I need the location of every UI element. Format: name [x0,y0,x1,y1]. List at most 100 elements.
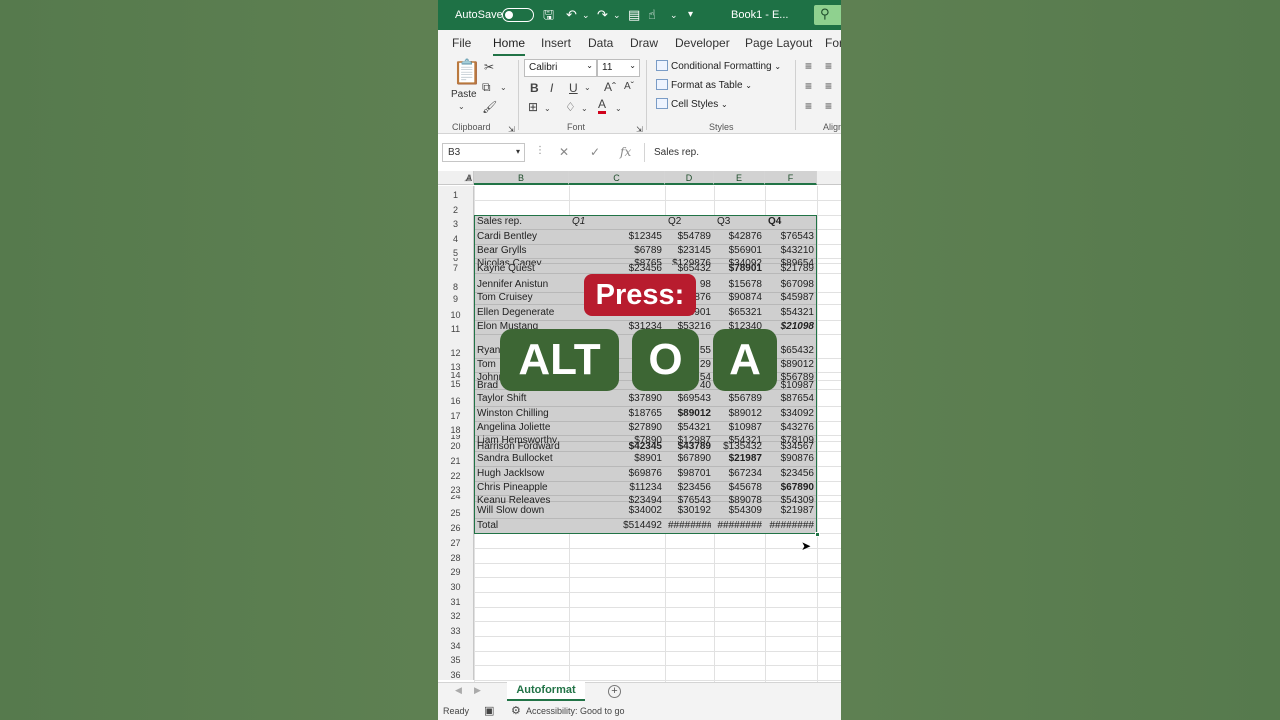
tab-formulas[interactable]: For [825,36,841,50]
tab-insert[interactable]: Insert [541,36,571,50]
column-header-c[interactable]: C [569,171,665,185]
clipboard-launcher-icon[interactable]: ⇲ [508,123,515,137]
row-header[interactable]: 11 [438,320,474,334]
row-header[interactable]: 22 [438,466,474,481]
align-top-icon[interactable]: ≡ [805,59,812,73]
formula-input[interactable]: Sales rep. [644,143,841,162]
borders-dropdown-icon[interactable]: ⌄ [544,102,551,116]
row-header[interactable]: 27 [438,533,474,548]
align-left-icon[interactable]: ≡ [805,79,812,93]
font-name-select[interactable]: Calibri ⌄ [524,59,597,77]
row-header[interactable]: 10 [438,304,474,320]
accessibility-icon[interactable]: ⚙ [511,704,521,717]
row-header[interactable]: 14 [438,372,474,380]
scroll-left-icon[interactable]: ◀ [455,685,462,696]
redo-icon[interactable]: ↷ [597,7,608,23]
row-header[interactable]: 4 [438,229,474,244]
tab-data[interactable]: Data [588,36,613,50]
save-icon[interactable]: 🖫 [543,7,554,23]
cut-icon[interactable]: ✂ [484,60,494,74]
paste-label[interactable]: Paste [451,89,477,100]
macro-record-icon[interactable]: ▣ [484,704,494,717]
decrease-indent-icon[interactable]: ≡ [805,99,812,113]
fill-dropdown-icon[interactable]: ⌄ [581,102,588,116]
tab-page-layout[interactable]: Page Layout [745,36,812,50]
row-header[interactable]: 18 [438,421,474,435]
name-box[interactable]: B3 ▾ [442,143,525,162]
tab-developer[interactable]: Developer [675,36,730,50]
row-header[interactable]: 17 [438,406,474,421]
row-header[interactable]: 36 [438,665,474,680]
column-header-e[interactable]: E [714,171,765,185]
row-header[interactable]: 32 [438,607,474,621]
underline-dropdown-icon[interactable]: ⌄ [584,81,591,95]
add-sheet-icon[interactable]: + [608,685,621,698]
row-header[interactable]: 13 [438,358,474,372]
row-header[interactable]: 33 [438,621,474,636]
borders-icon[interactable]: ⊞ [528,100,538,114]
scroll-right-icon[interactable]: ▶ [474,685,481,696]
format-painter-icon[interactable]: 🖌 [482,100,497,114]
redo-dropdown-icon[interactable]: ⌄ [613,7,621,23]
row-header[interactable]: 2 [438,200,474,215]
row-header[interactable]: 3 [438,215,474,229]
row-header[interactable]: 28 [438,548,474,563]
align-middle-icon[interactable]: ≡ [825,59,832,73]
accessibility-status[interactable]: Accessibility: Good to go [526,706,625,716]
conditional-formatting-button[interactable]: Conditional Formatting ⌄ [656,60,781,72]
tab-home[interactable]: Home [493,36,526,56]
row-header[interactable]: 21 [438,451,474,466]
copy-icon[interactable]: ⧉ [482,80,491,94]
column-header-g[interactable] [817,171,841,185]
row-header[interactable]: 9 [438,292,474,304]
copy-dropdown-icon[interactable]: ⌄ [500,81,507,95]
undo-icon[interactable]: ↶ [566,7,577,23]
tab-draw[interactable]: Draw [630,36,658,50]
font-size-select[interactable]: 11 ⌄ [597,59,640,77]
font-color-icon[interactable]: A [598,98,607,114]
column-header-f[interactable]: F [765,171,817,185]
row-header[interactable]: 30 [438,577,474,592]
chart-icon[interactable]: ▤ [628,7,640,23]
decrease-font-icon[interactable]: Aˇ [624,80,634,94]
row-header[interactable]: 1 [438,186,474,200]
autosave-toggle[interactable] [502,8,534,22]
more-options-icon[interactable]: ⋮ [535,145,545,156]
column-header-b[interactable]: B [474,171,569,185]
row-header[interactable]: 7 [438,263,474,273]
paste-dropdown-icon[interactable]: ⌄ [458,100,465,114]
insert-function-button[interactable]: fx [620,145,631,159]
fill-color-icon[interactable]: ♢ [565,100,576,114]
row-header[interactable]: 20 [438,441,474,451]
row-header[interactable]: 16 [438,389,474,406]
row-header[interactable]: 15 [438,380,474,389]
touch-icon[interactable]: ☝ [648,7,656,23]
cell-styles-button[interactable]: Cell Styles ⌄ [656,98,728,110]
cancel-icon[interactable]: ✕ [559,145,569,159]
paste-icon[interactable]: 📋 [452,60,482,86]
fill-handle[interactable] [815,532,820,537]
row-header[interactable]: 34 [438,636,474,651]
undo-dropdown-icon[interactable]: ⌄ [582,7,590,23]
row-header[interactable]: 31 [438,592,474,607]
row-header[interactable]: 35 [438,651,474,665]
row-header[interactable]: 25 [438,501,474,518]
increase-indent-icon[interactable]: ≡ [825,99,832,113]
row-header[interactable]: 26 [438,518,474,533]
row-header[interactable]: 5 [438,244,474,258]
format-as-table-button[interactable]: Format as Table ⌄ [656,79,752,91]
font-launcher-icon[interactable]: ⇲ [636,123,643,137]
customize-icon[interactable]: ▾ [688,7,693,23]
bold-button[interactable]: B [530,81,539,95]
increase-font-icon[interactable]: Aˆ [604,80,616,94]
row-header[interactable]: 23 [438,481,474,495]
align-center-icon[interactable]: ≡ [825,79,832,93]
enter-icon[interactable]: ✓ [590,145,600,159]
column-header-d[interactable]: D [665,171,714,185]
row-header[interactable]: 29 [438,563,474,577]
sheet-tab-autoformat[interactable]: Autoformat [507,682,585,701]
font-color-dropdown-icon[interactable]: ⌄ [615,102,622,116]
italic-button[interactable]: I [550,81,553,95]
row-header[interactable]: 12 [438,334,474,358]
tab-file[interactable]: File [452,36,471,50]
